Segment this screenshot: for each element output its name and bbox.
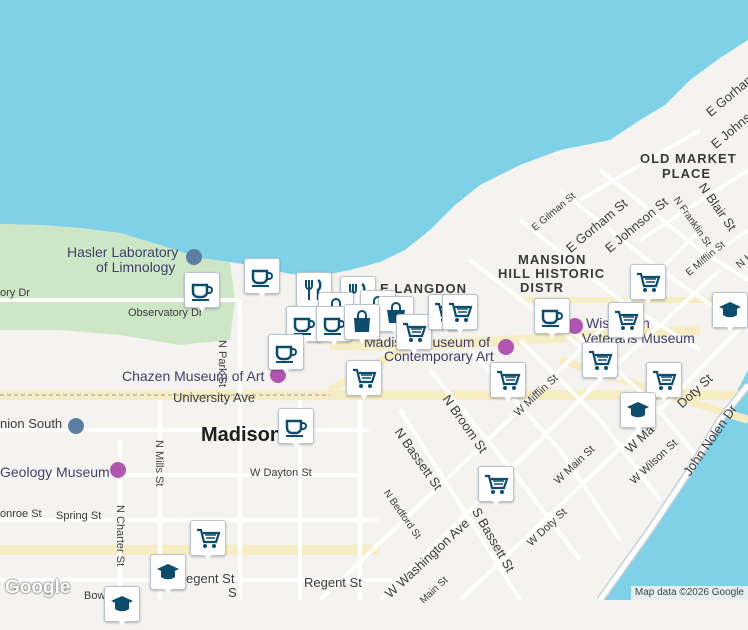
hasler-label[interactable]: Hasler Laboratory [67,244,178,260]
cart-icon [497,370,521,390]
coffee-icon [541,309,563,327]
map-pin[interactable] [582,342,618,386]
cart-icon [485,474,509,494]
map-pin[interactable] [104,586,140,630]
old-market-label: OLD MARKET [640,151,737,166]
coffee-icon [285,419,307,437]
museum-icon[interactable] [498,339,514,355]
map-pin[interactable] [608,302,644,346]
map-pin[interactable] [620,392,656,436]
map-pin[interactable] [344,304,380,348]
coffee-icon [251,269,273,287]
old-market-label-2: PLACE [662,166,712,181]
map-pin[interactable] [396,314,432,358]
google-logo: Google [5,577,71,598]
school-icon[interactable] [68,418,84,434]
cart-icon [403,322,427,342]
w-dayton-st-label: W Dayton St [250,467,312,479]
university-ave-label: University Ave [173,390,256,405]
map-pin[interactable] [278,408,314,452]
map-pin[interactable] [442,294,478,338]
mansion-hill-label: MANSION [518,252,587,267]
cart-icon [197,528,221,548]
mansion-hill-label-2: HILL HISTORIC [498,266,606,281]
n-carroll-label: S [228,585,237,600]
map-attribution[interactable]: Map data ©2026 Google [630,586,748,600]
school-icon [627,402,649,418]
school-icon [111,596,133,612]
chazen-label[interactable]: Chazen Museum of Art [122,368,264,384]
map-pin[interactable] [244,258,280,302]
hasler-label-2[interactable]: of Limnology [96,259,175,275]
map-pin[interactable] [490,362,526,406]
regent-st-label: Regent St [304,575,362,590]
school-icon [157,564,179,580]
bow-label: Bow [84,590,106,602]
regent-st-label-2: egent St [186,571,235,586]
mansion-hill-label-3: DISTR [520,280,564,295]
n-mills-st-label: N Mills St [153,440,165,487]
landmark-icon[interactable] [186,249,202,265]
map-pin[interactable] [268,334,304,378]
observatory-dr-label: ory Dr [0,287,30,299]
map-pin[interactable] [534,298,570,342]
cart-icon [353,368,377,388]
map-pin[interactable] [190,520,226,564]
n-charter-st-label: N Charter St [114,505,126,567]
map-pin[interactable] [712,292,748,336]
cart-icon [637,272,661,292]
bag-icon [354,310,370,332]
school-icon [719,302,741,318]
map-pin[interactable] [346,360,382,404]
cart-icon [615,310,639,330]
union-south-label: nion South [0,416,63,431]
cart-icon [449,302,473,322]
coffee-icon [191,283,213,301]
map-pin[interactable] [478,466,514,510]
monroe-st-label: onroe St [0,508,42,520]
map-pin[interactable] [184,272,220,316]
map-pin[interactable] [150,554,186,598]
coffee-icon [275,345,297,363]
museum-icon[interactable] [110,462,126,478]
geology-museum-label[interactable]: Geology Museum [0,464,110,480]
cart-icon [589,350,613,370]
cart-icon [653,370,677,390]
spring-st-label: Spring St [56,510,102,522]
madison-label: Madison [201,424,283,446]
